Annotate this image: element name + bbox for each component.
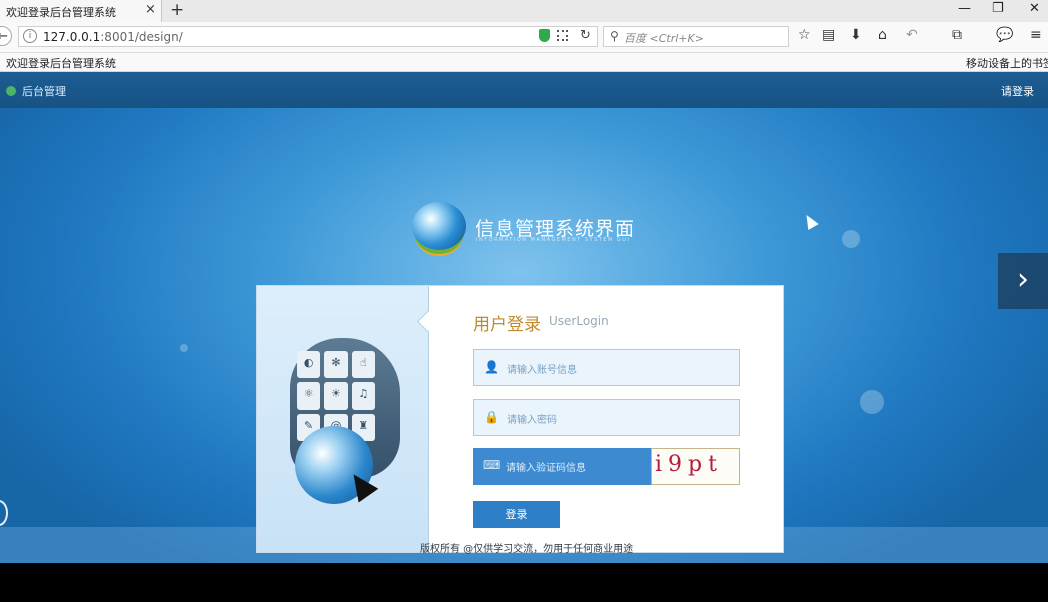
tab-close-icon[interactable]: × (145, 2, 156, 17)
bookmark-star-icon[interactable]: ☆ (798, 27, 811, 43)
login-card: ◐ ✻ ☝ ⚛ ☀ ♫ ✎ @ ♜ 用户登录 UserLogin 👤 请输入账号… (256, 285, 784, 553)
login-link[interactable]: 请登录 (1001, 83, 1034, 99)
music-icon: ♫ (351, 382, 375, 410)
app-top-bar: 后台管理 请登录 (0, 72, 1048, 108)
bubble-decoration (180, 344, 188, 352)
gear-icon: ✻ (324, 351, 348, 379)
bubble-decoration (860, 390, 884, 414)
logo-subtitle: INFORMATION MANAGEMENT SYSTEM GUI (476, 237, 631, 243)
lock-icon: 🔒 (484, 410, 499, 424)
keyboard-icon: ⌨ (483, 458, 501, 472)
login-title-en: UserLogin (549, 314, 609, 328)
shield-icon[interactable] (539, 29, 550, 42)
bulb-icon: ☀ (324, 382, 348, 410)
back-button[interactable]: ← (0, 26, 12, 46)
next-slide-button[interactable]: › (998, 253, 1048, 309)
info-icon[interactable]: i (23, 29, 37, 43)
new-tab-icon[interactable]: + (170, 0, 184, 20)
mouse-cursor-icon (801, 211, 819, 231)
account-field[interactable]: 👤 请输入账号信息 (473, 349, 740, 386)
browser-tab-bar: 欢迎登录后台管理系统 × + — ❐ ✕ (0, 0, 1048, 22)
search-placeholder: 百度 <Ctrl+K> (624, 32, 704, 45)
illustration-panel: ◐ ✻ ☝ ⚛ ☀ ♫ ✎ @ ♜ (257, 286, 429, 552)
undo-icon[interactable]: ↶ (906, 27, 918, 43)
account-placeholder: 请输入账号信息 (507, 365, 577, 376)
minimize-icon[interactable]: — (958, 1, 971, 16)
captcha-text: i9pt (655, 452, 723, 477)
login-title: 用户登录 (473, 315, 541, 335)
maximize-icon[interactable]: ❐ (992, 1, 1004, 16)
thumbs-up-icon: ☝ (351, 351, 375, 379)
browser-nav-bar: ← i 127.0.0.1:8001/design/ (0, 22, 1048, 53)
reload-icon[interactable]: ↻ (580, 28, 591, 43)
reading-list-icon[interactable]: ▤ (822, 27, 835, 43)
search-icon: ⚲ (610, 29, 619, 43)
password-field[interactable]: 🔒 请输入密码 (473, 399, 740, 436)
close-window-icon[interactable]: ✕ (1029, 1, 1040, 16)
password-placeholder: 请输入密码 (507, 415, 557, 426)
url-text: 127.0.0.1:8001/design/ (43, 30, 183, 44)
copyright-text: 版权所有 @仅供学习交流，勿用于任何商业用途 (420, 544, 634, 555)
prev-slide-button[interactable] (0, 500, 8, 526)
bookmark-item[interactable]: 欢迎登录后台管理系统 (6, 55, 116, 71)
search-input[interactable]: ⚲ 百度 <Ctrl+K> (603, 26, 789, 47)
bookmarks-bar: 欢迎登录后台管理系统 移动设备上的书签 (0, 53, 1048, 72)
qr-code-icon[interactable] (557, 30, 568, 41)
captcha-image[interactable]: i9pt (651, 448, 740, 485)
browser-tab[interactable]: 欢迎登录后台管理系统 × (0, 0, 162, 22)
atom-icon: ⚛ (297, 382, 321, 410)
page-content: 后台管理 请登录 信息管理系统界面 INFORMATION MANAGEMENT… (0, 72, 1048, 563)
captcha-field[interactable]: ⌨ 请输入验证码信息 (473, 448, 651, 485)
address-bar[interactable]: i 127.0.0.1:8001/design/ (18, 26, 598, 47)
crop-icon[interactable]: ⧉ (952, 27, 962, 43)
user-icon: 👤 (484, 360, 499, 374)
menu-icon[interactable]: ≡ (1030, 27, 1042, 43)
home-icon[interactable]: ⌂ (878, 27, 887, 43)
captcha-placeholder: 请输入验证码信息 (506, 463, 586, 474)
app-title: 后台管理 (22, 85, 66, 98)
login-button[interactable]: 登录 (473, 501, 560, 528)
play-icon (6, 86, 16, 96)
tab-title: 欢迎登录后台管理系统 (6, 6, 116, 19)
palette-icon: ◐ (297, 351, 321, 379)
logo-globe-icon (412, 202, 466, 250)
bubble-decoration (842, 230, 860, 248)
download-icon[interactable]: ⬇ (850, 27, 862, 43)
chat-icon[interactable]: 💬 (996, 27, 1013, 43)
mobile-bookmarks[interactable]: 移动设备上的书签 (966, 55, 1048, 71)
